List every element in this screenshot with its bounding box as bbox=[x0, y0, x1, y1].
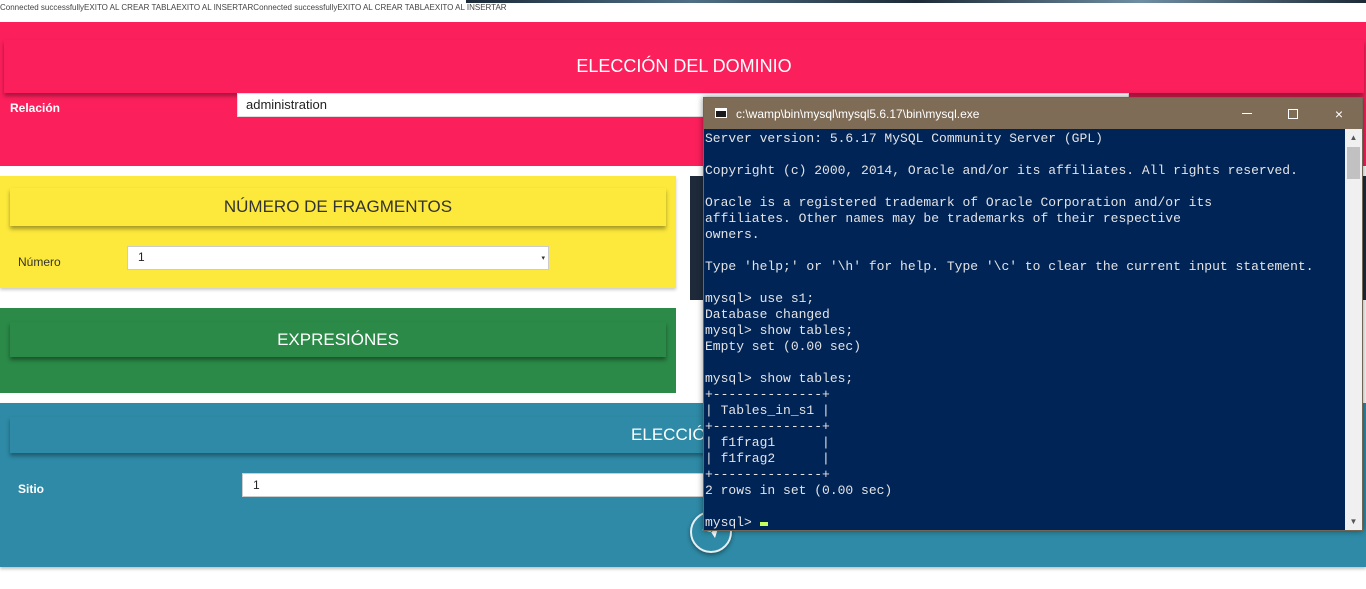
number-select[interactable]: 1 ▾ bbox=[127, 246, 549, 270]
site-label: Sitio bbox=[18, 482, 44, 496]
expressions-section: EXPRESIÓNES bbox=[0, 308, 676, 393]
expressions-section-title: EXPRESIÓNES bbox=[10, 322, 666, 357]
chevron-down-icon: ▾ bbox=[541, 255, 545, 262]
scroll-up-icon[interactable]: ▲ bbox=[1345, 129, 1362, 146]
minimize-icon bbox=[1242, 113, 1252, 114]
fragments-section: NÚMERO DE FRAGMENTOS Número 1 ▾ bbox=[0, 176, 676, 288]
text-cursor bbox=[759, 522, 768, 526]
console-window-title: c:\wamp\bin\mysql\mysql5.6.17\bin\mysql.… bbox=[736, 107, 980, 121]
console-scrollbar[interactable]: ▲ ▼ bbox=[1345, 129, 1362, 530]
top-status-bar: Connected successfullyEXITO AL CREAR TAB… bbox=[0, 0, 1366, 22]
scroll-down-icon[interactable]: ▼ bbox=[1345, 513, 1362, 530]
maximize-button[interactable] bbox=[1270, 98, 1316, 129]
console-app-icon bbox=[715, 108, 727, 118]
console-log: Server version: 5.6.17 MySQL Community S… bbox=[705, 131, 1314, 498]
relation-label: Relación bbox=[10, 101, 61, 115]
close-icon: × bbox=[1334, 105, 1344, 122]
maximize-icon bbox=[1288, 108, 1298, 119]
scroll-thumb[interactable] bbox=[1347, 147, 1360, 179]
minimize-button[interactable] bbox=[1224, 98, 1270, 129]
header-banner-strip bbox=[466, 0, 1366, 3]
number-label: Número bbox=[18, 255, 61, 269]
mysql-console-window[interactable]: c:\wamp\bin\mysql\mysql5.6.17\bin\mysql.… bbox=[703, 97, 1363, 531]
console-output[interactable]: Server version: 5.6.17 MySQL Community S… bbox=[705, 131, 1345, 529]
domain-section-title: ELECCIÓN DEL DOMINIO bbox=[4, 40, 1364, 93]
fragments-section-title: NÚMERO DE FRAGMENTOS bbox=[10, 188, 666, 226]
connection-status-text: Connected successfullyEXITO AL CREAR TAB… bbox=[0, 3, 507, 12]
console-titlebar[interactable]: c:\wamp\bin\mysql\mysql5.6.17\bin\mysql.… bbox=[704, 98, 1362, 129]
console-prompt: mysql> bbox=[705, 515, 760, 529]
number-select-value: 1 bbox=[138, 250, 145, 264]
close-button[interactable]: × bbox=[1316, 98, 1362, 129]
